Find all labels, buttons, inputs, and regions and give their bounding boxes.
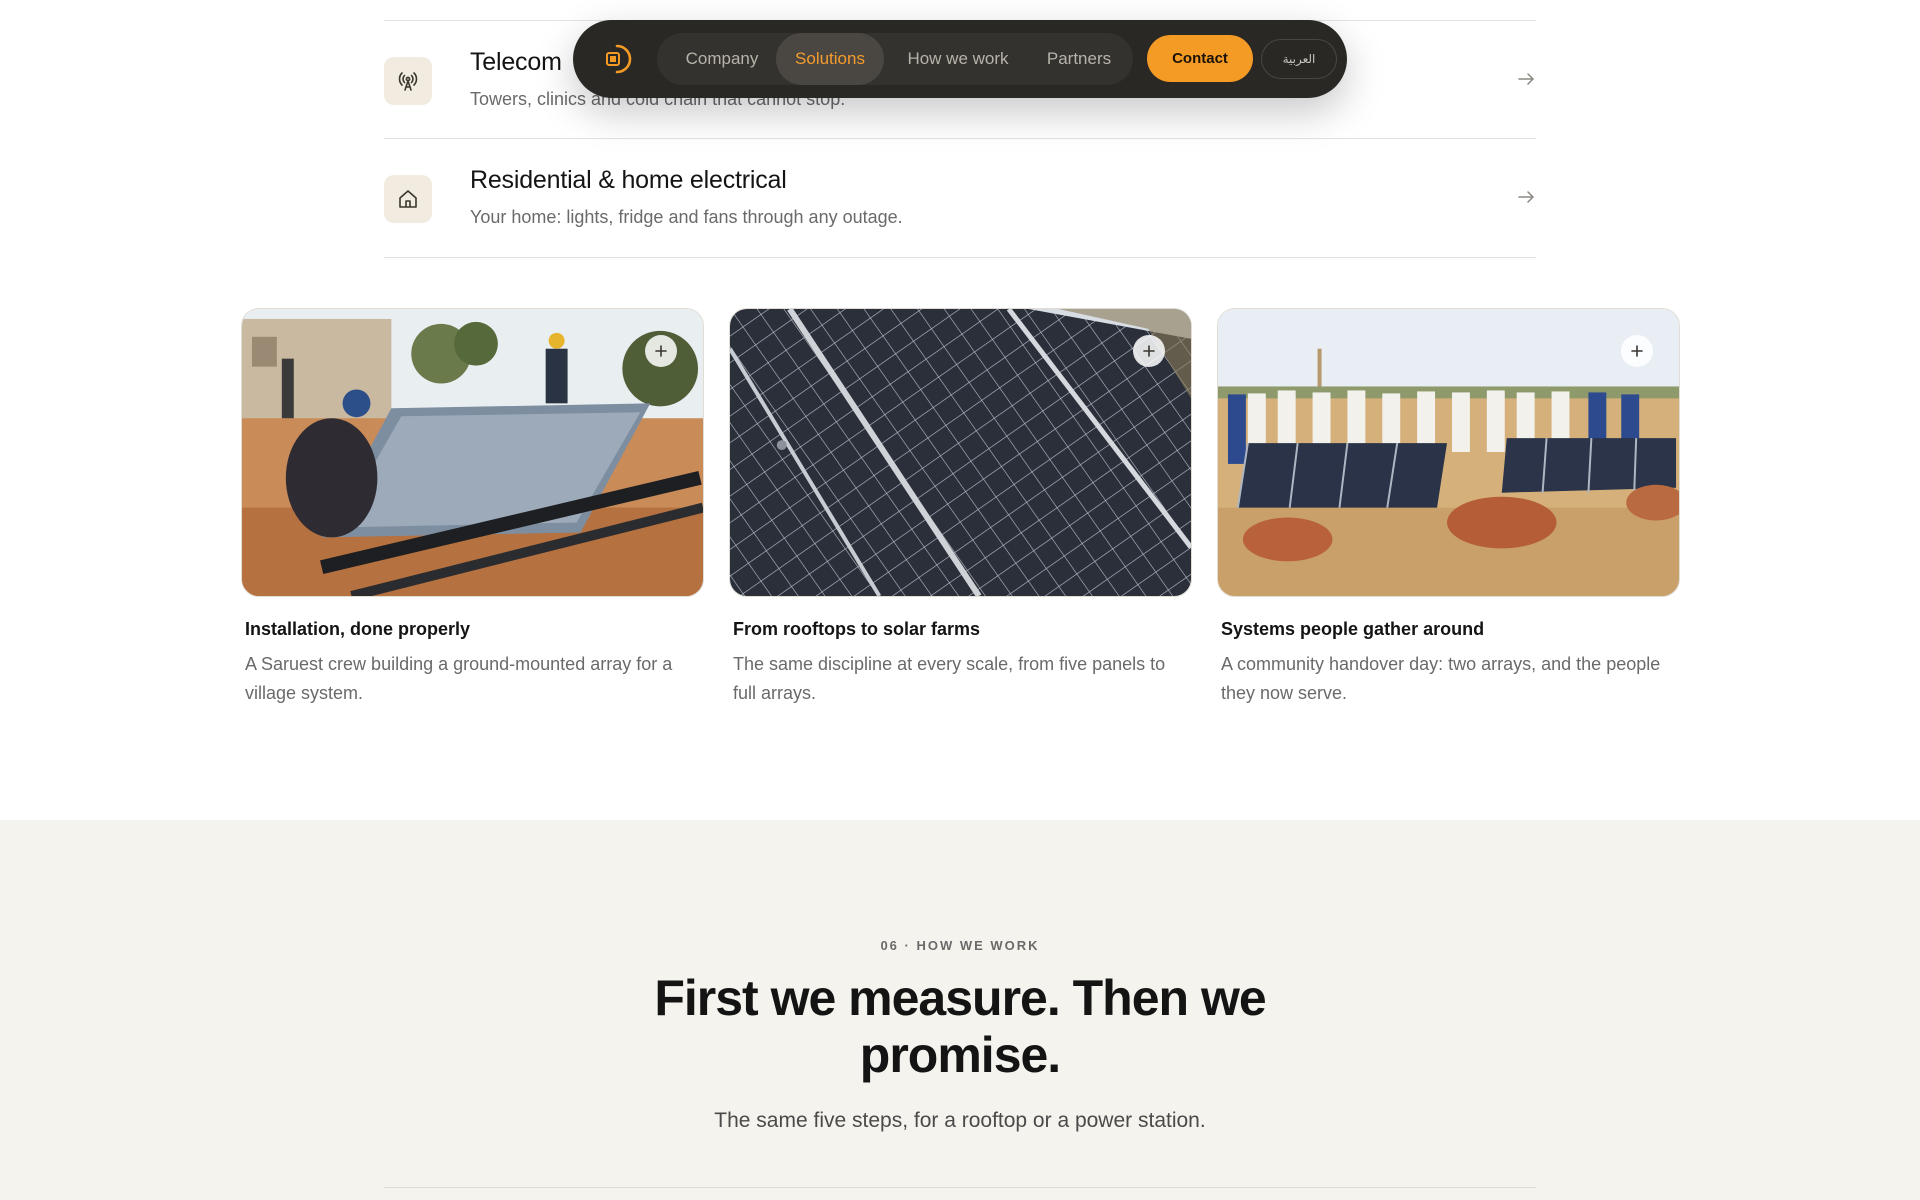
section-subline: The same five steps, for a rooftop or a … xyxy=(714,1109,1206,1132)
section-headline: First we measure. Then we promise. xyxy=(654,970,1266,1083)
antenna-icon xyxy=(384,57,432,105)
solar-farm-photo[interactable] xyxy=(729,308,1192,597)
card-title: Systems people gather around xyxy=(1221,619,1485,639)
installation-photo[interactable] xyxy=(241,308,704,597)
gallery-card-installation: Installation, done properly A Saruest cr… xyxy=(241,308,704,708)
card-title: Installation, done properly xyxy=(245,619,471,639)
solution-title: Telecom xyxy=(470,48,562,76)
divider xyxy=(384,1187,1536,1188)
arrow-right-icon[interactable] xyxy=(1516,69,1536,89)
solution-description: Your home: lights, fridge and fans throu… xyxy=(470,207,903,227)
community-handover-photo[interactable] xyxy=(1217,308,1680,597)
card-title: From rooftops to solar farms xyxy=(733,619,981,639)
solution-title: Residential & home electrical xyxy=(470,166,787,194)
expand-plus-icon[interactable] xyxy=(1621,335,1653,367)
nav-link-partners[interactable]: Partners xyxy=(1031,33,1127,85)
gallery-card-solar-farms: From rooftops to solar farms The same di… xyxy=(729,308,1192,708)
card-description: The same discipline at every scale, from… xyxy=(733,654,1166,703)
card-description: A Saruest crew building a ground-mounted… xyxy=(245,654,673,703)
nav-link-how-we-work[interactable]: How we work xyxy=(891,33,1025,85)
brand-logo[interactable] xyxy=(595,39,635,79)
language-switch-button[interactable]: العربية xyxy=(1261,39,1337,79)
expand-plus-icon[interactable] xyxy=(1133,335,1165,367)
nav-link-solutions[interactable]: Solutions xyxy=(776,33,884,85)
home-icon xyxy=(384,175,432,223)
expand-plus-icon[interactable] xyxy=(645,335,677,367)
gallery-card-community: Systems people gather around A community… xyxy=(1217,308,1680,708)
card-description: A community handover day: two arrays, an… xyxy=(1221,654,1661,703)
section-eyebrow: 06 · HOW WE WORK xyxy=(880,938,1040,953)
floating-nav: Company Solutions How we work Partners C… xyxy=(573,20,1347,98)
solution-row-residential[interactable]: Residential & home electrical Your home:… xyxy=(384,139,1536,258)
nav-link-company[interactable]: Company xyxy=(669,33,775,85)
how-we-work-section: 06 · HOW WE WORK First we measure. Then … xyxy=(0,820,1920,1200)
arrow-right-icon[interactable] xyxy=(1516,187,1536,207)
contact-button[interactable]: Contact xyxy=(1147,35,1253,82)
